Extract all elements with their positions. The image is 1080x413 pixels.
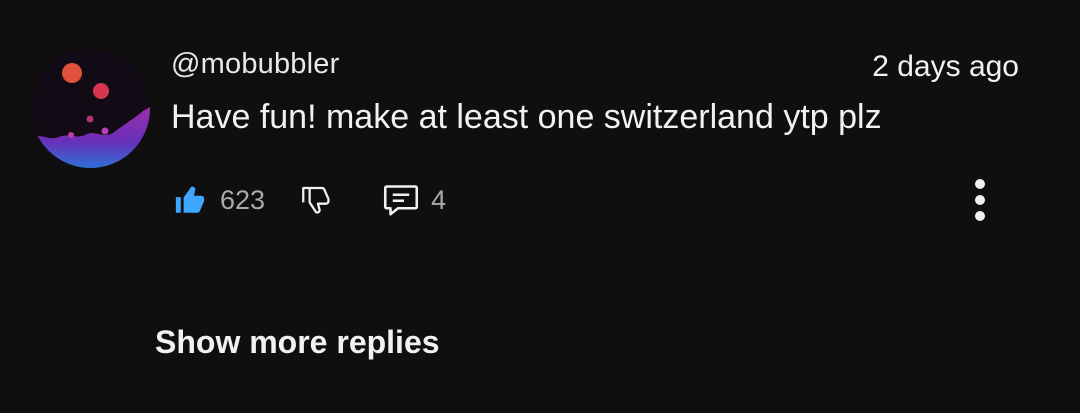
more-vertical-icon <box>975 179 985 221</box>
dislike-button[interactable] <box>299 183 333 217</box>
show-more-replies-button[interactable]: Show more replies <box>155 324 440 361</box>
comment-bubble-icon <box>384 185 419 216</box>
comment-text: Have fun! make at least one switzerland … <box>171 98 882 136</box>
thumbs-up-icon <box>175 186 205 213</box>
like-count: 623 <box>220 184 266 215</box>
thumbs-down-icon <box>302 186 330 214</box>
more-options-button[interactable] <box>966 176 994 224</box>
reply-count: 4 <box>431 184 447 215</box>
reply-button[interactable]: 4 <box>381 182 446 218</box>
comment-timestamp[interactable]: 2 days ago <box>872 50 1019 84</box>
comment-actions: 623 4 <box>173 178 446 222</box>
comment-thread: @mobubbler 2 days ago Have fun! make at … <box>0 0 1080 413</box>
like-button[interactable]: 623 <box>173 183 265 217</box>
avatar[interactable] <box>31 49 150 168</box>
comment-author[interactable]: @mobubbler <box>171 48 339 81</box>
avatar-image <box>31 49 150 168</box>
